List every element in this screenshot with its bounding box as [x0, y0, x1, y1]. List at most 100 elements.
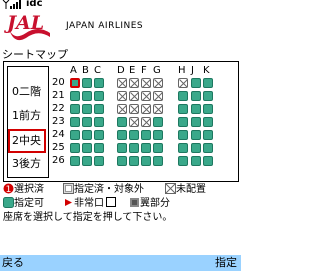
seat-map: 0二階 1前方 2中央 3後方 A B C D E F G H J K 20 2…	[3, 61, 239, 182]
seat-25H[interactable]	[178, 143, 188, 153]
seat-23C[interactable]	[94, 117, 104, 127]
zone-number: 1	[12, 109, 19, 122]
seat-24C[interactable]	[94, 130, 104, 140]
airline-header: JAL JAPAN AIRLINES	[0, 9, 241, 42]
column-header-b: B	[82, 65, 89, 76]
seat-23A[interactable]	[70, 117, 80, 127]
column-header-d: D	[117, 65, 125, 76]
seat-24D[interactable]	[117, 130, 127, 140]
legend-item-selecting: 1 選択済	[3, 183, 44, 197]
seat-21K[interactable]	[203, 91, 213, 101]
seat-25F[interactable]	[141, 143, 151, 153]
zone-front-button[interactable]: 1前方	[10, 106, 44, 126]
seat-25C[interactable]	[94, 143, 104, 153]
legend-available-label: 指定可	[14, 198, 44, 209]
status-text: idc	[26, 0, 43, 9]
seat-22H[interactable]	[178, 104, 188, 114]
row-number: 25	[52, 142, 65, 153]
seat-24H[interactable]	[178, 130, 188, 140]
back-softkey[interactable]: 戻る	[2, 255, 24, 271]
seat-26A[interactable]	[70, 156, 80, 166]
seat-21B[interactable]	[82, 91, 92, 101]
zone-label: 前方	[19, 109, 41, 122]
seat-26J[interactable]	[191, 156, 201, 166]
seat-23K[interactable]	[203, 117, 213, 127]
zone-number: 2	[12, 134, 19, 147]
seat-25K[interactable]	[203, 143, 213, 153]
seat-23G[interactable]	[153, 117, 163, 127]
seat-24G[interactable]	[153, 130, 163, 140]
zone-2f-button[interactable]: 0二階	[10, 82, 44, 102]
zone-label: 後方	[19, 157, 41, 170]
zone-rear-button[interactable]: 3後方	[10, 154, 44, 174]
seat-24J[interactable]	[191, 130, 201, 140]
seat-23D[interactable]	[117, 117, 127, 127]
seat-22A[interactable]	[70, 104, 80, 114]
seat-20B[interactable]	[82, 78, 92, 88]
seat-24A[interactable]	[70, 130, 80, 140]
seat-25J[interactable]	[191, 143, 201, 153]
seat-20K[interactable]	[203, 78, 213, 88]
seat-24E[interactable]	[129, 130, 139, 140]
seat-23J[interactable]	[191, 117, 201, 127]
seat-22B[interactable]	[82, 104, 92, 114]
seat-20C[interactable]	[94, 78, 104, 88]
seat-22K[interactable]	[203, 104, 213, 114]
seat-26F[interactable]	[141, 156, 151, 166]
seat-20J[interactable]	[191, 78, 201, 88]
seat-20D	[117, 78, 127, 88]
seat-25E[interactable]	[129, 143, 139, 153]
seat-23B[interactable]	[82, 117, 92, 127]
seat-20A[interactable]	[70, 78, 80, 88]
seat-21H[interactable]	[178, 91, 188, 101]
seat-26D[interactable]	[117, 156, 127, 166]
legend-item-available: 指定可	[3, 197, 44, 211]
assign-softkey[interactable]: 指定	[215, 255, 237, 271]
column-header-g: G	[153, 65, 161, 76]
seat-21A[interactable]	[70, 91, 80, 101]
seat-21E	[129, 91, 139, 101]
seat-21G	[153, 91, 163, 101]
column-header-j: J	[191, 65, 194, 76]
seat-26K[interactable]	[203, 156, 213, 166]
seat-22J[interactable]	[191, 104, 201, 114]
zone-middle-button[interactable]: 2中央	[8, 129, 46, 153]
seat-25G[interactable]	[153, 143, 163, 153]
zone-number: 0	[12, 85, 19, 98]
row-number: 26	[52, 155, 65, 166]
zone-label: 中央	[19, 134, 41, 147]
seat-20H	[178, 78, 188, 88]
row-number: 24	[52, 129, 65, 140]
seat-25D[interactable]	[117, 143, 127, 153]
seat-26G[interactable]	[153, 156, 163, 166]
seat-26E[interactable]	[129, 156, 139, 166]
seat-26H[interactable]	[178, 156, 188, 166]
seat-23F	[141, 117, 151, 127]
seat-24B[interactable]	[82, 130, 92, 140]
seat-25A[interactable]	[70, 143, 80, 153]
seat-22C[interactable]	[94, 104, 104, 114]
seat-24F[interactable]	[141, 130, 151, 140]
row-number: 23	[52, 116, 65, 127]
exit-door-icon	[106, 197, 116, 207]
instruction-text: 座席を選択して指定を押して下さい。	[3, 212, 173, 223]
seat-26C[interactable]	[94, 156, 104, 166]
seat-21C[interactable]	[94, 91, 104, 101]
seat-26B[interactable]	[82, 156, 92, 166]
column-header-c: C	[94, 65, 101, 76]
seat-22E	[129, 104, 139, 114]
seat-24K[interactable]	[203, 130, 213, 140]
zone-label: 二階	[19, 85, 41, 98]
seat-21J[interactable]	[191, 91, 201, 101]
reserved-seat-icon	[63, 183, 74, 194]
status-bar: idc	[0, 0, 241, 9]
seat-23H[interactable]	[178, 117, 188, 127]
page-title: シートマップ	[2, 48, 68, 61]
jal-logo: JAL	[4, 12, 50, 41]
column-header-f: F	[141, 65, 147, 76]
legend-selecting-label: 選択済	[14, 184, 44, 195]
seat-22D	[117, 104, 127, 114]
seat-25B[interactable]	[82, 143, 92, 153]
wing-icon	[130, 198, 139, 207]
legend-wing-label: 翼部分	[140, 198, 170, 209]
